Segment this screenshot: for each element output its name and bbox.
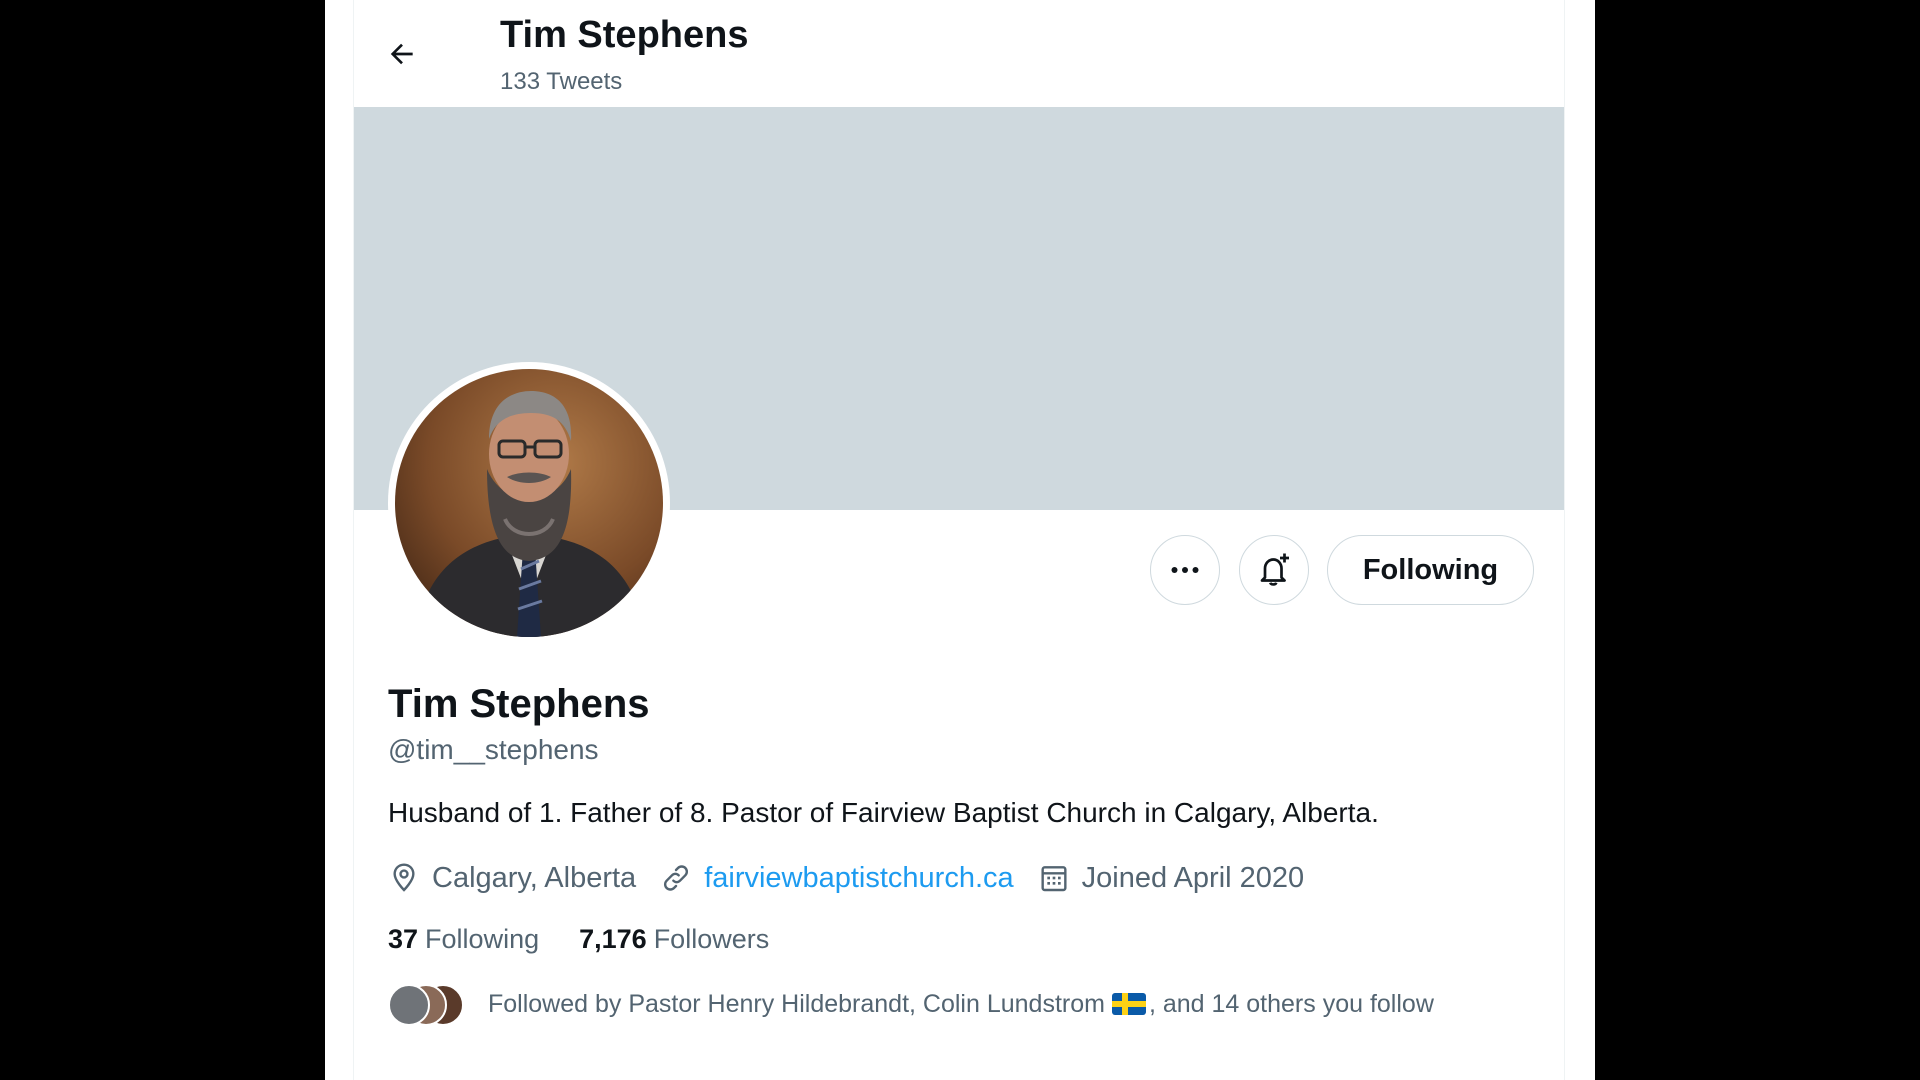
website-link[interactable]: fairviewbaptistchurch.ca — [704, 862, 1013, 895]
joined-item: Joined April 2020 — [1038, 861, 1305, 895]
website-item: fairviewbaptistchurch.ca — [660, 862, 1014, 895]
page-background: Tim Stephens 133 Tweets Following Tim St… — [325, 0, 1595, 1080]
followers-label: Followers — [653, 924, 770, 954]
link-icon — [664, 865, 689, 891]
display-name: Tim Stephens — [388, 682, 650, 726]
follow-stats: 37 Following 7,176 Followers — [388, 924, 809, 955]
calendar-icon — [1041, 866, 1067, 892]
mini-avatar — [388, 984, 430, 1026]
followed-by-avatars — [388, 984, 464, 1026]
followers-count: 7,176 — [579, 924, 647, 954]
followed-by-suffix: , and 14 others you follow — [1148, 989, 1434, 1018]
header-title: Tim Stephens — [500, 14, 749, 56]
more-options-button[interactable] — [1150, 535, 1220, 605]
profile-avatar[interactable] — [388, 362, 670, 644]
more-icon — [1171, 567, 1199, 573]
profile-meta: Calgary, Alberta fairviewbaptistchurch.c… — [388, 858, 1328, 898]
back-button[interactable] — [374, 26, 430, 82]
location-pin-icon — [393, 863, 415, 892]
followed-by[interactable]: Followed by Pastor Henry Hildebrandt, Co… — [388, 984, 1434, 1026]
location-text: Calgary, Alberta — [432, 861, 637, 894]
notifications-button[interactable] — [1239, 535, 1309, 605]
profile-column: Tim Stephens 133 Tweets Following Tim St… — [353, 0, 1565, 1080]
joined-text: Joined April 2020 — [1081, 861, 1305, 894]
following-label: Following — [425, 924, 540, 954]
location-item: Calgary, Alberta — [388, 862, 636, 895]
profile-bio: Husband of 1. Father of 8. Pastor of Fai… — [388, 797, 1379, 828]
followed-by-text: Followed by Pastor Henry Hildebrandt, Co… — [488, 989, 1105, 1018]
followers-stat[interactable]: 7,176 Followers — [579, 924, 769, 955]
following-button[interactable]: Following — [1327, 535, 1534, 605]
sweden-flag-icon — [1111, 993, 1146, 1015]
back-arrow-icon — [390, 43, 413, 65]
user-handle: @tim__stephens — [388, 734, 599, 765]
avatar-photo — [395, 369, 663, 637]
following-stat[interactable]: 37 Following — [388, 924, 539, 955]
tweet-count: 133 Tweets — [500, 68, 623, 95]
bell-plus-icon — [1260, 553, 1289, 586]
following-count: 37 — [388, 924, 419, 954]
